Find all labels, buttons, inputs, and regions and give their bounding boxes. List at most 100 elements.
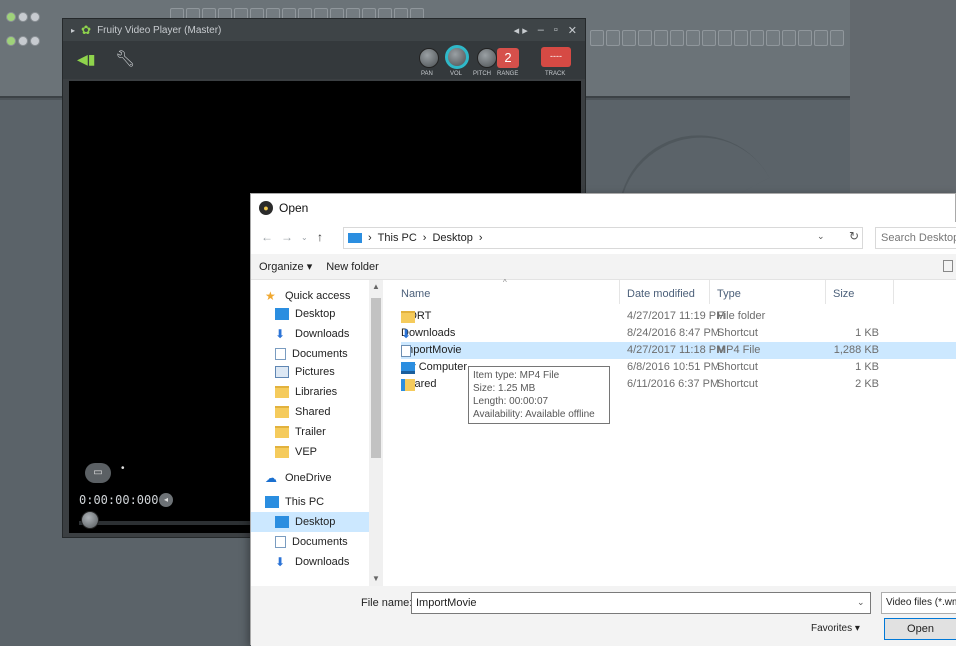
step-button[interactable] [686,30,700,46]
view-options-icon[interactable] [943,260,953,272]
close-icon[interactable]: ✕ [568,24,577,37]
nav-item-pictures[interactable]: Pictures📌︎ [275,362,379,382]
step-button[interactable] [606,30,620,46]
file-row[interactable]: ⬇ Downloads 8/24/2016 8:47 PM Shortcut 1 KB [401,325,956,342]
file-date-cell: 6/11/2016 6:37 PM [627,378,720,390]
nav-item-desktop[interactable]: Desktop📌︎ [275,304,379,324]
menu-dot-icon[interactable]: • [121,463,125,474]
scroll-down-icon[interactable]: ▼ [372,574,380,583]
channel-led[interactable] [30,12,40,22]
nav-item-documents[interactable]: Documents📌︎ [275,344,379,364]
breadcrumb-desktop[interactable]: Desktop [432,232,472,244]
nav-item-desktop[interactable]: Desktop [251,512,369,532]
back-arrow-icon[interactable]: ← [261,230,273,244]
nav-item-trailer[interactable]: Trailer [275,422,379,442]
seek-knob[interactable] [81,511,99,529]
timecode-menu-icon[interactable]: ◂ [159,493,173,507]
column-date[interactable]: Date modified [627,284,695,304]
refresh-icon[interactable]: ↻ [849,229,859,243]
step-button[interactable] [734,30,748,46]
file-name-dropdown-icon[interactable]: ⌄ [857,597,865,608]
timecode: 0:00:00:000 [79,493,159,507]
nav-item-shared[interactable]: Shared [275,402,379,422]
open-button[interactable]: Open [884,618,956,640]
channel-led[interactable] [6,36,16,46]
vol-knob[interactable] [445,45,469,69]
dl-icon: ⬇ [275,327,286,341]
address-dropdown-icon[interactable]: ⌄ [817,231,825,242]
nav-scrollbar[interactable]: ▲ ▼ [369,280,383,586]
forward-arrow-icon[interactable]: → [281,230,293,244]
speaker-icon[interactable]: ◀▮ [77,51,95,67]
pic-icon [275,366,289,378]
nav-item-onedrive[interactable]: ☁ OneDrive [265,468,369,488]
dialog-titlebar[interactable]: ● Open [251,194,955,222]
file-type-cell: MP4 File [717,344,761,356]
file-name-input[interactable]: ImportMovie [411,592,871,614]
scroll-thumb[interactable] [371,298,381,458]
file-name-cell: SORT [401,308,431,325]
wrench-icon[interactable]: 🔧︎ [115,49,135,69]
nav-item-quick-access[interactable]: ★ Quick access [265,286,369,306]
favorites-button[interactable]: Favorites ▾ [811,623,860,634]
up-arrow-icon[interactable]: ↑ [317,230,323,244]
file-date-cell: 4/27/2017 11:19 PM [627,310,726,322]
column-divider[interactable] [825,280,826,304]
step-button[interactable] [590,30,604,46]
column-divider[interactable] [893,280,894,304]
step-button[interactable] [750,30,764,46]
prev-next-icon[interactable]: ◂ ▸ [514,24,528,37]
file-type-filter[interactable]: Video files (*.wmv [881,592,956,614]
channel-led[interactable] [30,36,40,46]
breadcrumb-this-pc[interactable]: This PC [378,232,417,244]
file-name-cell: ImportMovie [401,342,462,359]
address-bar[interactable]: › This PC › Desktop › [343,227,863,249]
range-value[interactable]: 2 [497,48,519,68]
column-size[interactable]: Size [833,284,854,304]
track-button[interactable]: ---- [541,47,571,67]
pitch-knob[interactable] [477,48,497,68]
file-name-label: File name: [361,597,413,609]
step-button[interactable] [702,30,716,46]
nav-item-libraries[interactable]: Libraries [275,382,379,402]
scroll-up-icon[interactable]: ▲ [372,282,380,291]
minimize-icon[interactable]: – [538,24,544,37]
blue-icon [275,308,289,320]
search-input[interactable]: Search Desktop [875,227,956,249]
step-button[interactable] [638,30,652,46]
step-button[interactable] [718,30,732,46]
pan-knob[interactable] [419,48,439,68]
step-button[interactable] [654,30,668,46]
file-row[interactable]: ImportMovie 4/27/2017 11:18 PM MP4 File 1,2… [401,342,956,359]
gear-icon[interactable]: ✿ [81,23,91,37]
step-button[interactable] [814,30,828,46]
maximize-icon[interactable]: ▫ [554,24,558,37]
step-button[interactable] [798,30,812,46]
collapse-arrow-icon[interactable]: ▸ [71,26,75,35]
nav-item-downloads[interactable]: ⬇Downloads📌︎ [275,324,379,344]
step-button[interactable] [766,30,780,46]
pitch-label: PITCH [473,71,491,77]
step-button[interactable] [622,30,636,46]
column-divider[interactable] [709,280,710,304]
nav-item-documents[interactable]: Documents [275,532,379,552]
column-divider[interactable] [619,280,620,304]
fvp-titlebar[interactable]: ▸ ✿ Fruity Video Player (Master) ◂ ▸ – ▫… [63,19,585,41]
nav-item-vep[interactable]: VEP [275,442,379,462]
column-name[interactable]: Name [401,284,430,304]
recent-chevron-icon[interactable]: ⌄ [301,233,308,242]
channel-led[interactable] [18,12,28,22]
channel-led[interactable] [18,36,28,46]
file-row[interactable]: SORT 4/27/2017 11:19 PM File folder [401,308,956,325]
channel-led[interactable] [6,12,16,22]
step-button[interactable] [830,30,844,46]
column-type[interactable]: Type [717,284,741,304]
step-button[interactable] [782,30,796,46]
new-folder-button[interactable]: New folder [326,261,379,273]
display-mode-button[interactable]: ▭ [85,463,111,483]
nav-item-downloads[interactable]: ⬇ Downloads [275,552,379,572]
step-button[interactable] [670,30,684,46]
nav-item-this-pc[interactable]: This PC [265,492,369,512]
command-bar: Organize ▾ New folder [251,254,956,280]
organize-button[interactable]: Organize ▾ [259,260,312,273]
